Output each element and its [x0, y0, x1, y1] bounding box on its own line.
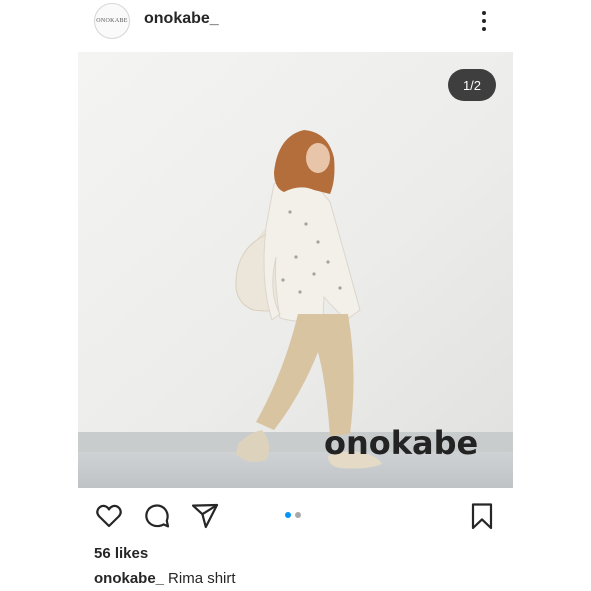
comment-icon	[145, 504, 170, 528]
bookmark-icon	[471, 503, 493, 530]
photo-scene: onokabe	[78, 52, 513, 488]
carousel-dot	[295, 512, 301, 518]
post-actions	[0, 498, 591, 534]
share-button[interactable]	[190, 501, 220, 531]
likes-count[interactable]: 56 likes	[94, 545, 148, 562]
post-image[interactable]: onokabe 1/2	[78, 52, 513, 488]
post-username[interactable]: onokabe_	[144, 10, 219, 28]
heart-icon	[96, 504, 122, 528]
carousel-dot-active	[285, 512, 291, 518]
more-options-button[interactable]	[474, 8, 494, 34]
post-caption: onokabe_ Rima shirt	[94, 570, 236, 587]
caption-text: Rima shirt	[168, 570, 236, 587]
carousel-indicator	[285, 512, 301, 518]
slide-counter: 1/2	[448, 69, 496, 101]
caption-username[interactable]: onokabe_	[94, 570, 164, 587]
send-icon	[191, 503, 219, 529]
post-header: ONOKABE onokabe_	[0, 0, 591, 46]
save-button[interactable]	[467, 501, 497, 531]
comment-button[interactable]	[142, 501, 172, 531]
like-button[interactable]	[94, 501, 124, 531]
avatar[interactable]: ONOKABE	[94, 3, 130, 39]
more-vertical-icon	[482, 11, 486, 15]
wall-logo: onokabe	[324, 424, 478, 462]
